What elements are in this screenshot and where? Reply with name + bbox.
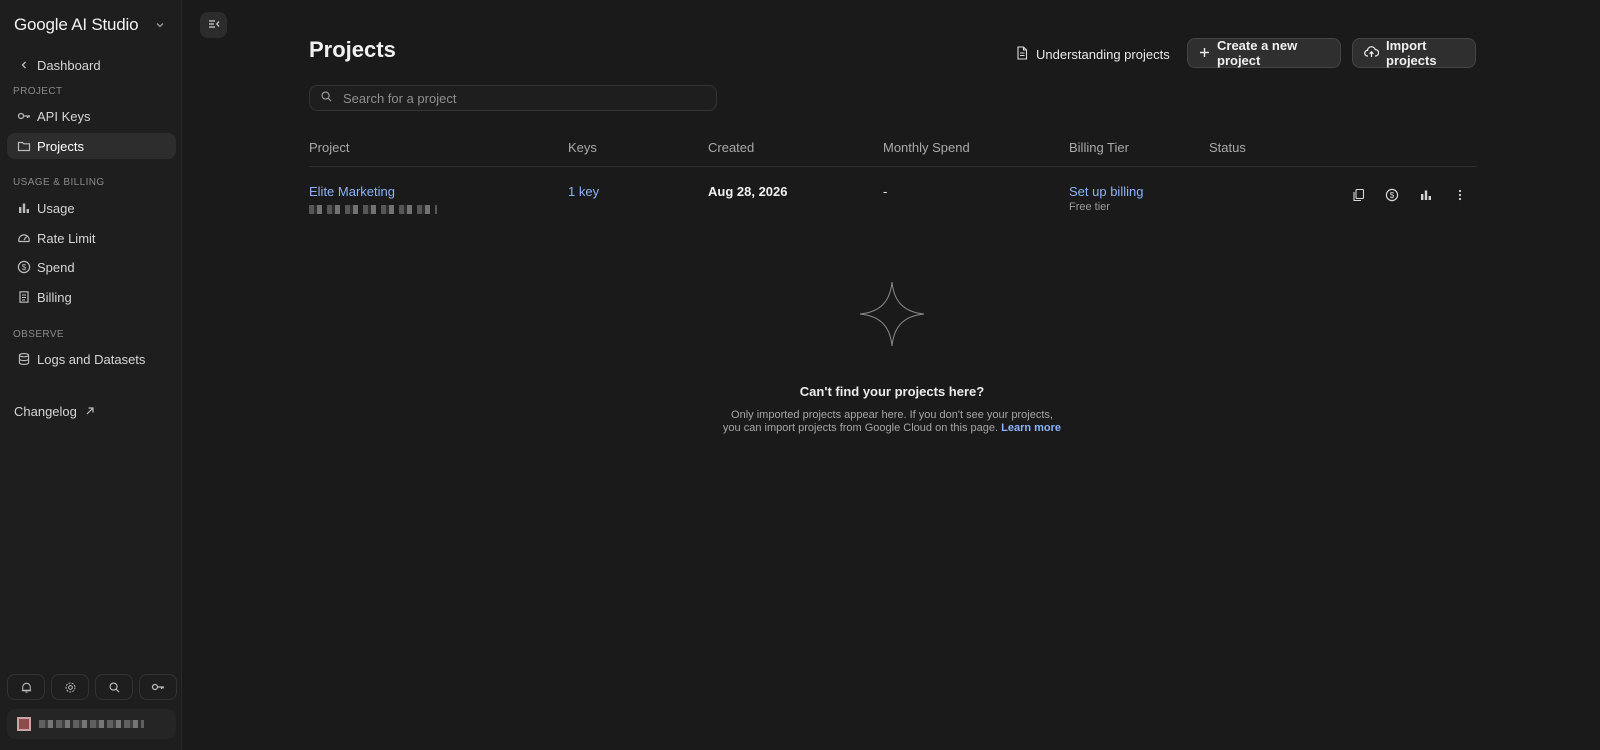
understanding-projects-label: Understanding projects	[1036, 46, 1170, 62]
brand-switcher[interactable]: Google AI Studio	[14, 14, 174, 36]
empty-state-description: Only imported projects appear here. If y…	[692, 409, 1092, 435]
sidebar-bottom-toolbar	[7, 674, 177, 700]
changelog-label: Changelog	[14, 404, 77, 419]
column-header-billing-tier: Billing Tier	[1069, 140, 1129, 155]
bar-chart-icon[interactable]	[1417, 186, 1435, 204]
sidebar-item-label: Usage	[37, 200, 75, 216]
search-icon	[320, 90, 333, 106]
import-projects-label: Import projects	[1386, 38, 1437, 68]
learn-more-link[interactable]: Learn more	[1001, 422, 1061, 434]
sidebar-item-label: Projects	[37, 138, 84, 154]
more-vert-icon[interactable]	[1451, 186, 1469, 204]
empty-state-title: Can't find your projects here?	[799, 384, 985, 399]
column-header-status: Status	[1209, 140, 1246, 155]
set-up-billing-link[interactable]: Set up billing	[1069, 184, 1143, 199]
search-box	[309, 85, 717, 111]
document-icon	[1016, 45, 1028, 63]
project-name-link[interactable]: Elite Marketing	[309, 184, 395, 199]
redacted-account-name	[39, 720, 144, 728]
billing-tier-value: Free tier	[1069, 201, 1110, 213]
svg-text:$: $	[1390, 191, 1395, 200]
redacted-project-id	[309, 205, 437, 214]
row-actions: $	[1349, 186, 1469, 204]
chevron-down-icon[interactable]	[152, 17, 168, 33]
sidebar-item-api-keys[interactable]: API Keys	[7, 103, 176, 129]
search-icon[interactable]	[95, 674, 133, 700]
sidebar-item-usage[interactable]: Usage	[7, 195, 176, 221]
collapse-sidebar-button[interactable]	[200, 12, 227, 38]
back-to-dashboard[interactable]: Dashboard	[7, 52, 176, 78]
empty-state-line-2: you can import projects from Google Clou…	[722, 422, 999, 434]
column-header-project: Project	[309, 140, 350, 155]
database-icon	[17, 352, 31, 366]
section-label-usage: USAGE & BILLING	[13, 177, 105, 188]
changelog-link[interactable]: Changelog	[14, 404, 95, 419]
sidebar: Google AI Studio Dashboard PROJECT API K…	[0, 0, 182, 750]
sidebar-item-label: API Keys	[37, 108, 91, 124]
sidebar-item-billing[interactable]: Billing	[7, 284, 176, 310]
keys-link[interactable]: 1 key	[568, 184, 599, 199]
collapse-sidebar-icon	[207, 17, 221, 34]
cloud-upload-icon	[1364, 45, 1380, 61]
svg-text:$: $	[22, 263, 27, 272]
bell-icon[interactable]	[7, 674, 45, 700]
search-input[interactable]	[343, 90, 703, 106]
dollar-circle-icon[interactable]: $	[1383, 186, 1401, 204]
dashboard-label: Dashboard	[37, 57, 101, 73]
sidebar-item-projects[interactable]: Projects	[7, 133, 176, 159]
avatar	[17, 717, 31, 731]
empty-state-line-1: Only imported projects appear here. If y…	[731, 409, 1053, 421]
section-label-project: PROJECT	[13, 86, 63, 97]
column-header-keys: Keys	[568, 140, 597, 155]
sidebar-item-rate-limit[interactable]: Rate Limit	[7, 225, 176, 251]
import-projects-button[interactable]: Import projects	[1352, 38, 1476, 68]
chevron-left-icon	[17, 58, 31, 72]
column-header-created: Created	[708, 140, 755, 155]
external-link-icon	[85, 404, 95, 419]
plus-icon	[1199, 46, 1210, 61]
key-icon[interactable]	[139, 674, 177, 700]
monthly-spend-value: -	[883, 184, 888, 199]
create-project-button[interactable]: Create a new project	[1187, 38, 1341, 68]
receipt-icon	[17, 290, 31, 304]
understanding-projects-link[interactable]: Understanding projects	[1016, 44, 1170, 64]
sparkle-icon	[858, 280, 926, 348]
created-date: Aug 28, 2026	[708, 184, 788, 199]
bar-chart-icon	[17, 201, 31, 215]
page-title: Projects	[309, 37, 396, 62]
sidebar-item-label: Spend	[37, 259, 75, 275]
sidebar-item-label: Rate Limit	[37, 230, 96, 246]
sidebar-item-spend[interactable]: $ Spend	[7, 254, 176, 280]
brand-title: Google AI Studio	[14, 15, 139, 34]
sidebar-item-label: Logs and Datasets	[37, 351, 146, 367]
column-header-monthly-spend: Monthly Spend	[883, 140, 970, 155]
table-row: Elite Marketing 1 key Aug 28, 2026 - Set…	[309, 168, 1477, 226]
create-project-label: Create a new project	[1217, 38, 1298, 68]
sidebar-item-logs[interactable]: Logs and Datasets	[7, 346, 176, 372]
table-header: Project Keys Created Monthly Spend Billi…	[309, 133, 1477, 167]
empty-state-line-2-wrap: you can import projects from Google Clou…	[692, 422, 1092, 435]
copy-icon[interactable]	[1349, 186, 1367, 204]
account-switcher[interactable]	[7, 709, 176, 739]
folder-icon	[17, 139, 31, 153]
dollar-circle-icon: $	[17, 260, 31, 274]
speedometer-icon	[17, 231, 31, 245]
sidebar-item-label: Billing	[37, 289, 72, 305]
gear-icon[interactable]	[51, 674, 89, 700]
section-label-observe: OBSERVE	[13, 329, 64, 340]
key-icon	[17, 109, 31, 123]
